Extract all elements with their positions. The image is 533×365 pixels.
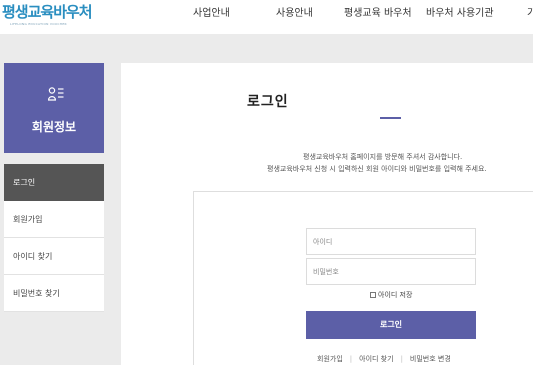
member-info-icon <box>48 87 64 101</box>
description-line-1: 평생교육바우처 홈페이지를 방문해 주셔서 감사합니다. <box>303 153 463 161</box>
nav-item-voucher-institutions[interactable]: 바우처 사용기관 <box>426 0 494 34</box>
sidebar-item-find-password[interactable]: 비밀번호 찾기 <box>4 275 104 312</box>
nav-item-voucher[interactable]: 평생교육 바우처 <box>344 0 412 34</box>
nav-item-business-info[interactable]: 사업안내 <box>193 0 230 34</box>
title-underline <box>380 117 401 119</box>
logo-text: 평생교육바우처 <box>2 3 93 21</box>
sidebar-title: 회원정보 <box>31 120 77 134</box>
link-separator: | <box>349 355 353 363</box>
account-links: 회원가입 | 아이디 찾기 | 비밀번호 변경 <box>317 354 451 364</box>
description-line-2: 평생교육바우처 신청 시 입력하신 회원 아이디와 비밀번호를 입력해 주세요. <box>267 165 487 173</box>
sidebar-item-signup[interactable]: 회원가입 <box>4 201 104 238</box>
password-input[interactable] <box>306 258 476 285</box>
save-id-option[interactable]: 아이디 저장 <box>370 290 412 300</box>
find-id-link[interactable]: 아이디 찾기 <box>359 355 393 363</box>
save-id-checkbox[interactable] <box>370 292 376 298</box>
sidebar-item-find-id[interactable]: 아이디 찾기 <box>4 238 104 275</box>
save-id-label: 아이디 저장 <box>378 291 413 299</box>
change-password-link[interactable]: 비밀번호 변경 <box>410 355 451 363</box>
signup-link[interactable]: 회원가입 <box>317 355 343 363</box>
sidebar-banner: 회원정보 <box>4 63 104 153</box>
sidebar-item-login[interactable]: 로그인 <box>4 164 104 201</box>
nav-item-partial[interactable]: 가 <box>527 0 533 34</box>
id-input[interactable] <box>306 228 476 255</box>
site-logo[interactable]: 평생교육바우처 LIFELONG EDUCATION VOUCHER <box>2 3 93 28</box>
link-separator: | <box>400 355 403 363</box>
sidebar-menu: 로그인 회원가입 아이디 찾기 비밀번호 찾기 <box>4 164 104 312</box>
site-header: 평생교육바우처 LIFELONG EDUCATION VOUCHER 사업안내 … <box>0 0 533 34</box>
page-title: 로그인 <box>247 94 289 110</box>
logo-subtext: LIFELONG EDUCATION VOUCHER <box>10 22 67 26</box>
login-button[interactable]: 로그인 <box>306 311 476 339</box>
nav-item-usage-guide[interactable]: 사용안내 <box>276 0 313 34</box>
